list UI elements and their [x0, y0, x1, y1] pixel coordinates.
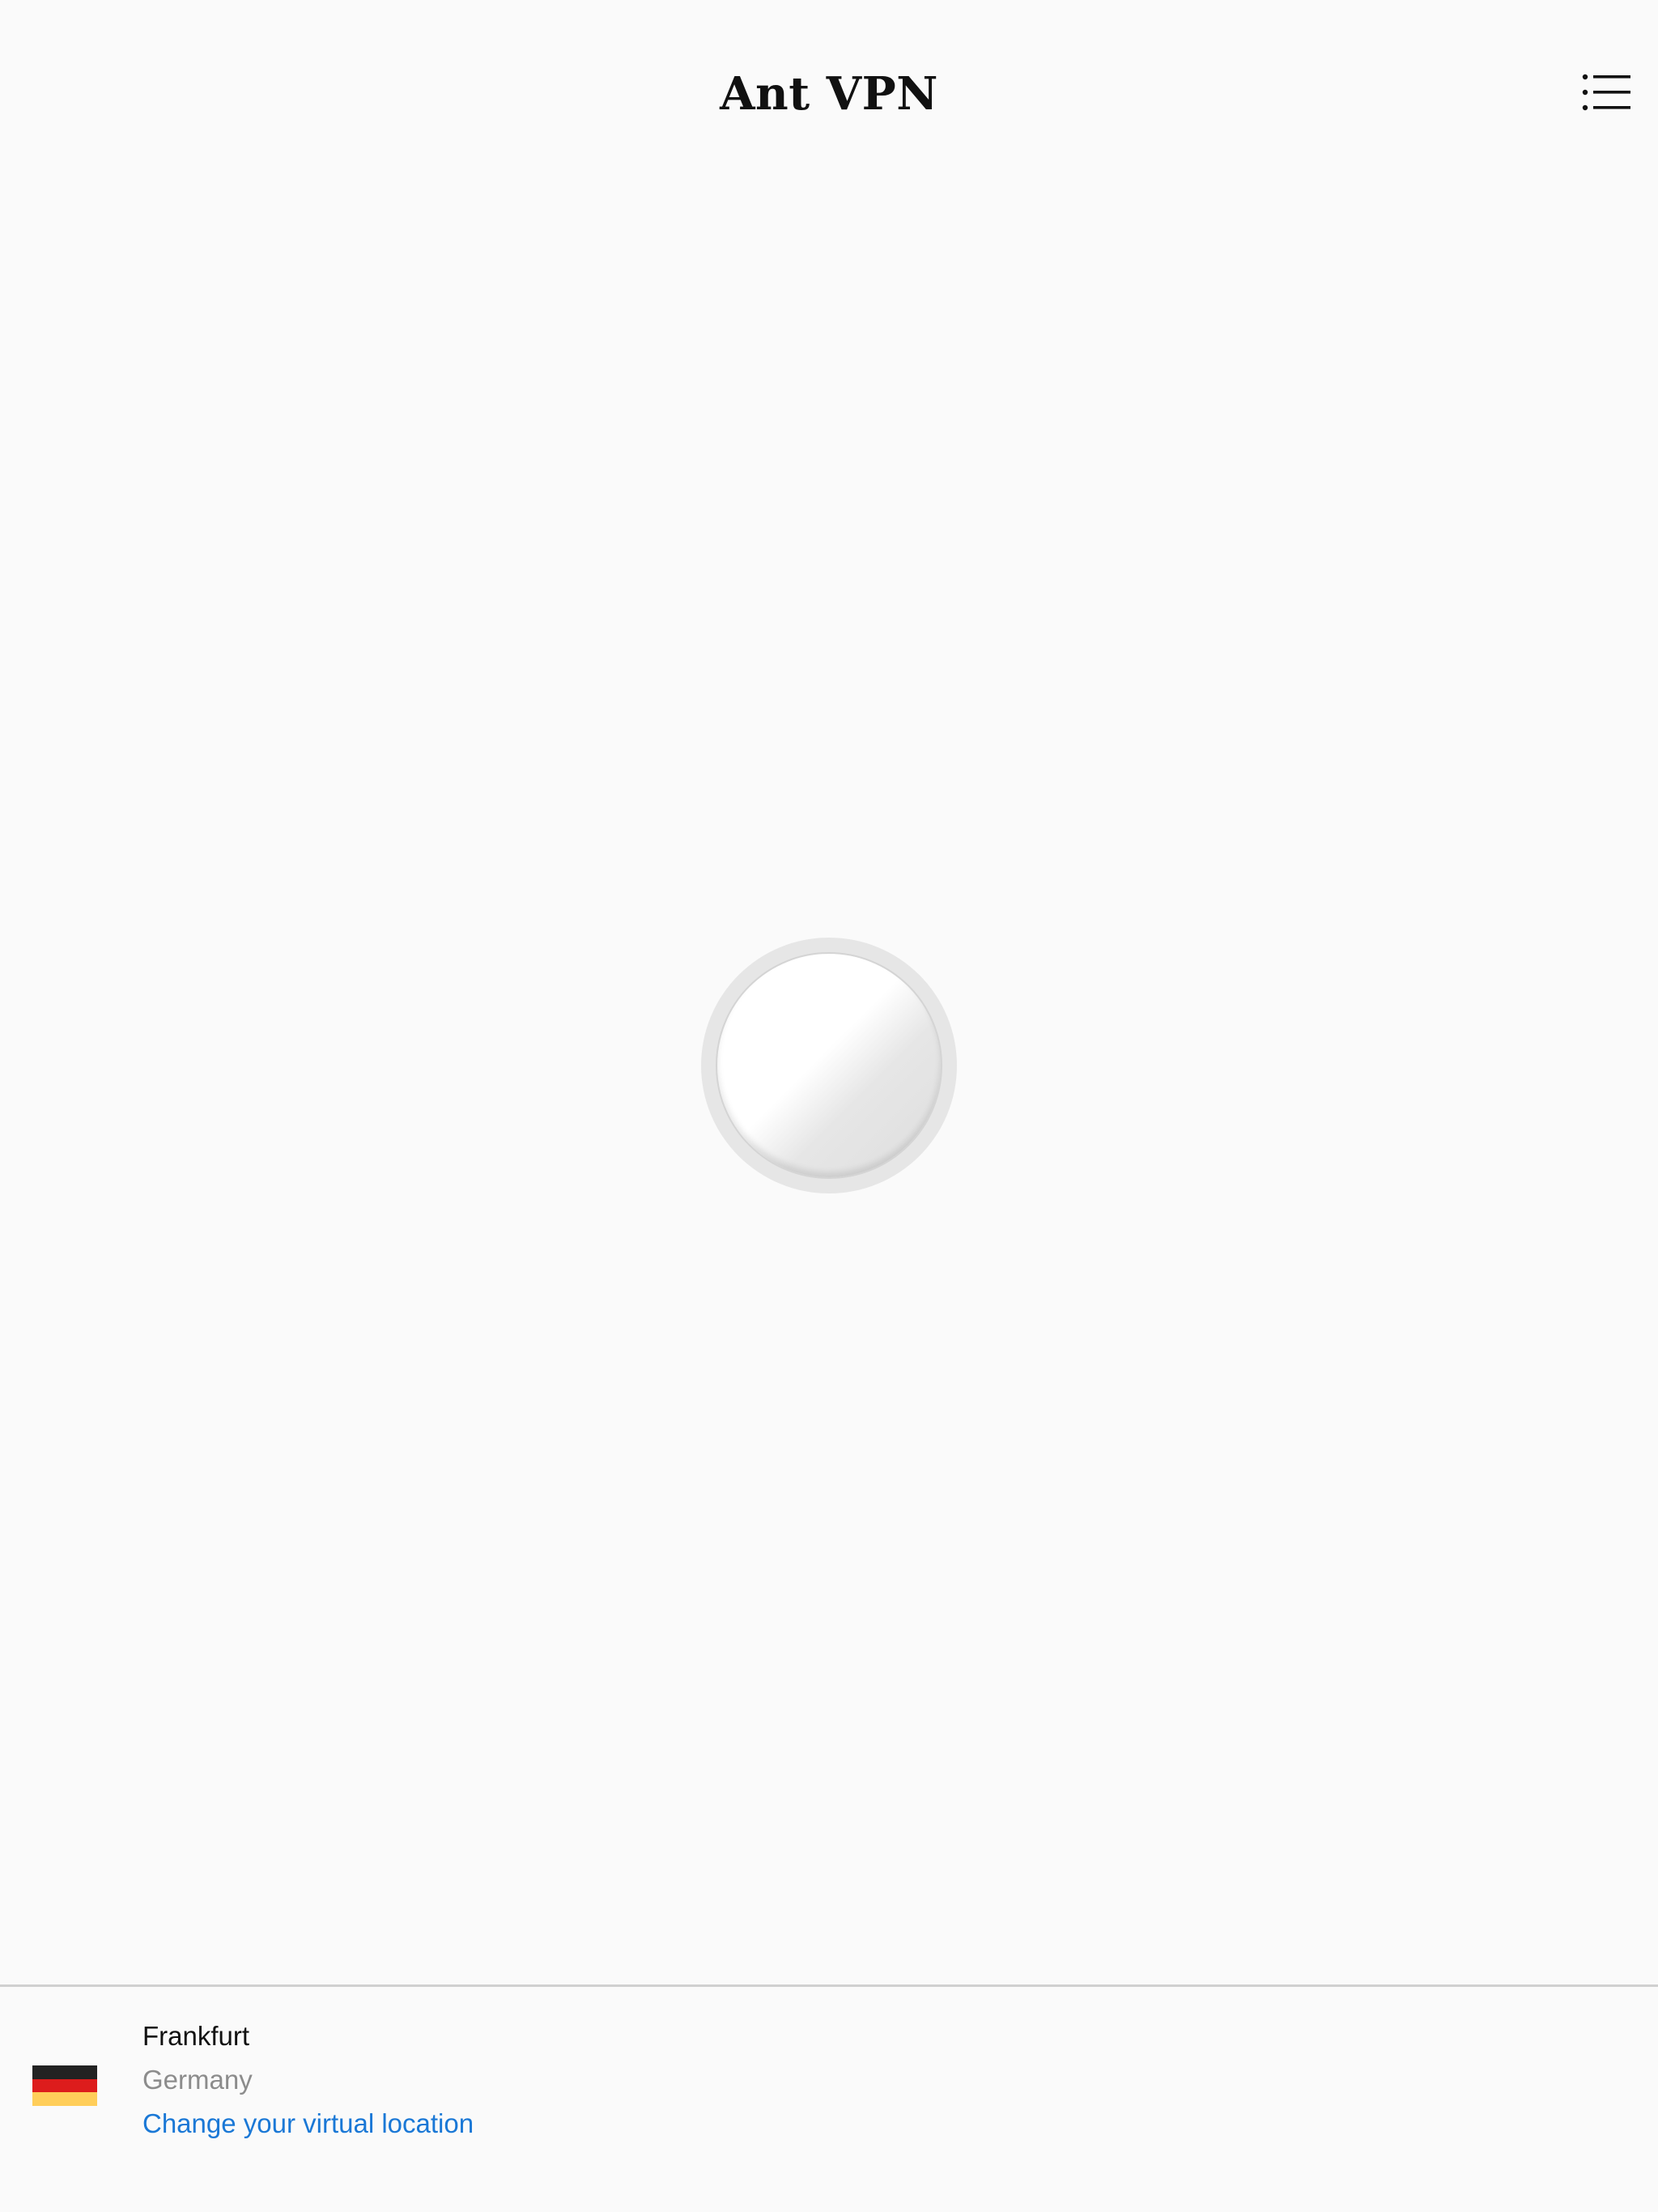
location-city: Frankfurt	[142, 2021, 250, 2051]
flag-stripe-red	[32, 2078, 97, 2093]
connect-button-ring[interactable]	[701, 938, 957, 1193]
menu-button[interactable]	[1580, 70, 1635, 118]
germany-flag-icon	[32, 2065, 97, 2106]
app-header: Ant VPN	[0, 0, 1658, 186]
location-text: Frankfurt Germany Change your virtual lo…	[142, 2014, 474, 2146]
app-title: Ant VPN	[720, 67, 938, 121]
flag-stripe-gold	[32, 2092, 97, 2106]
connect-toggle[interactable]	[701, 938, 957, 1193]
list-menu-icon	[1582, 74, 1630, 111]
flag-stripe-black	[32, 2065, 97, 2079]
location-country: Germany	[142, 2065, 253, 2095]
location-panel[interactable]: Frankfurt Germany Change your virtual lo…	[0, 1987, 1658, 2212]
change-location-link[interactable]: Change your virtual location	[142, 2102, 474, 2146]
connect-button-knob[interactable]	[716, 952, 942, 1179]
